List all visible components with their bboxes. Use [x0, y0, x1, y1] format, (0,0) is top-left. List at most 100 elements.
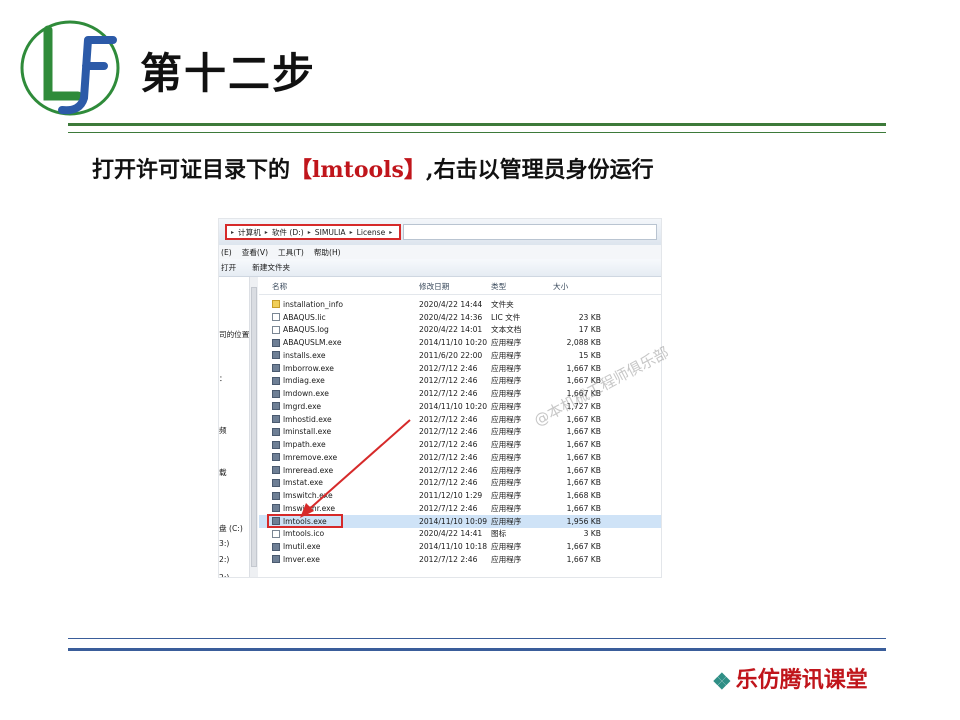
file-name-cell: lmpath.exe	[259, 440, 419, 449]
file-row[interactable]: installation_info 2020/4/22 14:44 文件夹	[259, 298, 661, 311]
file-name: lmver.exe	[283, 554, 320, 564]
file-name: lmdiag.exe	[283, 376, 325, 386]
file-type: 应用程序	[491, 363, 522, 373]
file-date: 2012/7/12 2:46	[419, 465, 478, 475]
nav-item[interactable]: 司的位置	[219, 329, 249, 340]
file-name: lminstall.exe	[283, 427, 332, 437]
file-name: ABAQUSLM.exe	[283, 338, 342, 348]
file-type: 文件夹	[491, 299, 514, 309]
application-icon	[272, 453, 280, 462]
application-icon	[272, 466, 280, 475]
file-row[interactable]: lmswitchr.exe 2012/7/12 2:46 应用程序 1,667 KB	[259, 502, 661, 515]
file-name: lmreread.exe	[283, 465, 334, 475]
file-row[interactable]: lmver.exe 2012/7/12 2:46 应用程序 1,667 KB	[259, 553, 661, 566]
breadcrumb-separator-icon: ▸	[307, 228, 311, 236]
application-icon	[272, 338, 280, 347]
file-type: 文本文档	[491, 325, 522, 335]
file-row[interactable]: lmpath.exe 2012/7/12 2:46 应用程序 1,667 KB	[259, 438, 661, 451]
nav-item[interactable]: 2:)	[219, 573, 229, 577]
file-row[interactable]: lmreread.exe 2012/7/12 2:46 应用程序 1,667 KB	[259, 464, 661, 477]
instruction-suffix: ,右击以管理员身份运行	[425, 157, 654, 183]
file-name: lmborrow.exe	[283, 363, 334, 373]
application-icon	[272, 415, 280, 424]
application-icon	[272, 351, 280, 360]
file-row[interactable]: lmtools.exe 2014/11/10 10:09 应用程序 1,956 KB	[259, 514, 661, 529]
file-type: 应用程序	[491, 478, 522, 488]
breadcrumb[interactable]: ▸ 计算机 ▸ 软件 (D:) ▸ SIMULIA ▸ License ▸	[225, 224, 401, 240]
file-size: 17 KB	[578, 325, 601, 335]
file-size: 15 KB	[578, 350, 601, 360]
file-row[interactable]: lminstall.exe 2012/7/12 2:46 应用程序 1,667 KB	[259, 426, 661, 439]
file-row[interactable]: ABAQUSLM.exe 2014/11/10 10:20 应用程序 2,088 KB	[259, 336, 661, 349]
file-date: 2014/11/10 10:09	[419, 516, 488, 526]
file-name-cell: lmreread.exe	[259, 466, 419, 475]
application-icon	[272, 517, 280, 526]
file-row[interactable]: installs.exe 2011/6/20 22:00 应用程序 15 KB	[259, 349, 661, 362]
file-row[interactable]: ABAQUS.log 2020/4/22 14:01 文本文档 17 KB	[259, 324, 661, 337]
address-field[interactable]	[403, 224, 657, 240]
scrollbar-thumb[interactable]	[251, 287, 257, 567]
column-header-date[interactable]: 修改日期	[419, 281, 491, 292]
file-row[interactable]: lmutil.exe 2014/11/10 10:18 应用程序 1,667 KB	[259, 540, 661, 553]
file-name: lmtools.ico	[283, 529, 325, 539]
file-row[interactable]: lmhostid.exe 2012/7/12 2:46 应用程序 1,667 KB	[259, 413, 661, 426]
brand-text: 乐仿腾讯课堂	[735, 667, 868, 693]
nav-item[interactable]: 载	[219, 467, 227, 478]
nav-item[interactable]: 频	[219, 425, 227, 436]
toolbar-button[interactable]: 打开	[221, 262, 236, 273]
column-header-type[interactable]: 类型	[491, 281, 553, 292]
file-type: 应用程序	[491, 376, 522, 386]
toolbar: 打开 新建文件夹	[219, 259, 661, 277]
file-date: 2012/7/12 2:46	[419, 554, 478, 564]
file-name-cell: lmgrd.exe	[259, 402, 419, 411]
file-type: 应用程序	[491, 452, 522, 462]
file-row[interactable]: lmgrd.exe 2014/11/10 10:20 应用程序 1,727 KB	[259, 400, 661, 413]
breadcrumb-item[interactable]: License	[357, 228, 386, 237]
column-header-name[interactable]: 名称	[259, 281, 419, 292]
file-date: 2012/7/12 2:46	[419, 389, 478, 399]
highlight-box: lmtools.exe	[267, 514, 343, 529]
file-type: 应用程序	[491, 465, 522, 475]
nav-item[interactable]: 3:)	[219, 539, 229, 548]
instruction-text: 打开许可证目录下的【lmtools】,右击以管理员身份运行	[92, 152, 654, 184]
file-name-cell: lmver.exe	[259, 555, 419, 564]
file-name: ABAQUS.lic	[283, 312, 326, 322]
footer-rule-thin	[68, 638, 886, 639]
application-icon	[272, 555, 280, 564]
breadcrumb-item[interactable]: SIMULIA	[315, 228, 346, 237]
nav-item[interactable]: 盘 (C:)	[219, 523, 243, 534]
nav-item[interactable]: 2:)	[219, 555, 229, 564]
file-date: 2012/7/12 2:46	[419, 452, 478, 462]
file-size: 1,667 KB	[566, 427, 601, 437]
file-row[interactable]: lmstat.exe 2012/7/12 2:46 应用程序 1,667 KB	[259, 477, 661, 490]
toolbar-button[interactable]: 新建文件夹	[252, 262, 290, 273]
file-row[interactable]: ABAQUS.lic 2020/4/22 14:36 LIC 文件 23 KB	[259, 311, 661, 324]
file-date: 2012/7/12 2:46	[419, 414, 478, 424]
menu-item[interactable]: 帮助(H)	[314, 247, 341, 258]
file-size: 23 KB	[578, 312, 601, 322]
address-bar: ▸ 计算机 ▸ 软件 (D:) ▸ SIMULIA ▸ License ▸	[219, 219, 661, 245]
file-date: 2012/7/12 2:46	[419, 503, 478, 513]
file-size: 1,668 KB	[566, 491, 601, 501]
file-date: 2020/4/22 14:01	[419, 325, 483, 335]
file-type: 应用程序	[491, 389, 522, 399]
nav-scrollbar[interactable]	[249, 277, 258, 577]
menu-item[interactable]: (E)	[221, 248, 232, 257]
file-row[interactable]: lmtools.ico 2020/4/22 14:41 图标 3 KB	[259, 528, 661, 541]
menu-item[interactable]: 查看(V)	[242, 247, 268, 258]
breadcrumb-item[interactable]: 计算机	[238, 227, 261, 238]
file-type: 应用程序	[491, 440, 522, 450]
file-row[interactable]: lmswitch.exe 2011/12/10 1:29 应用程序 1,668 KB	[259, 489, 661, 502]
file-name-cell: lmborrow.exe	[259, 364, 419, 373]
file-row[interactable]: lmremove.exe 2012/7/12 2:46 应用程序 1,667 KB	[259, 451, 661, 464]
document-icon	[272, 325, 280, 334]
nav-item[interactable]: ：	[219, 373, 227, 384]
application-icon	[272, 427, 280, 436]
menu-item[interactable]: 工具(T)	[278, 247, 304, 258]
column-header-row: 名称 修改日期 类型 大小	[259, 279, 661, 295]
column-header-size[interactable]: 大小	[553, 281, 613, 292]
footer-rule-thick	[68, 648, 886, 651]
breadcrumb-item[interactable]: 软件 (D:)	[272, 227, 304, 238]
application-icon	[272, 402, 280, 411]
application-icon	[272, 389, 280, 398]
